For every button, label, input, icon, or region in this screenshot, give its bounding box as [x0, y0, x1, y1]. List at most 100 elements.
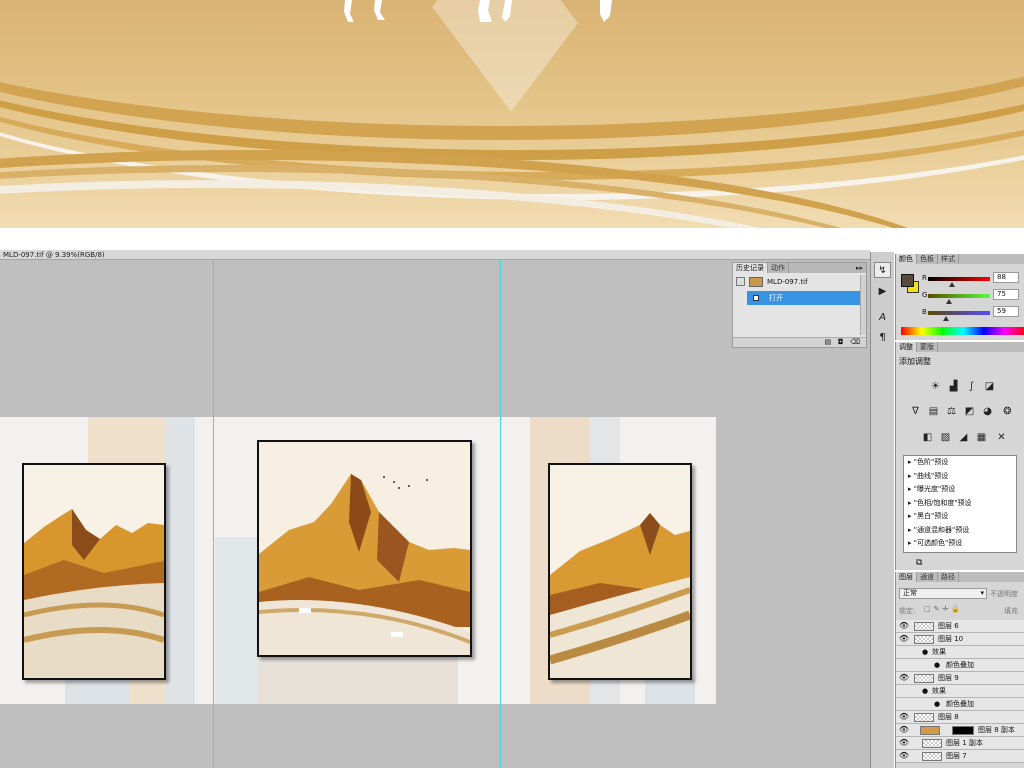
b-slider-track[interactable] — [928, 311, 990, 315]
history-panel-icon[interactable]: ↯ — [874, 262, 891, 278]
clip-to-layer-icon[interactable]: ⧉ — [916, 558, 922, 568]
g-value-input[interactable]: 75 — [993, 289, 1019, 300]
effects-label: 效果 — [932, 648, 946, 656]
layer-name: 图层 7 — [946, 752, 967, 760]
effects-eye-icon[interactable]: ● — [922, 646, 928, 658]
document-tab[interactable]: MLD-097.tif @ 9.39%(RGB/8) — [0, 250, 870, 260]
visibility-eye-icon[interactable]: 👁 — [898, 620, 910, 632]
guide-line[interactable] — [500, 260, 501, 768]
layer-effect-row[interactable]: ● 颜色叠加 — [896, 659, 1024, 672]
layer-effects-row[interactable]: ● 效果 — [896, 685, 1024, 698]
threshold-icon[interactable]: ◢ — [956, 430, 971, 445]
layer-mask-thumbnail — [952, 726, 974, 735]
effects-eye-icon[interactable]: ● — [922, 685, 928, 697]
actions-panel-icon[interactable]: ▶ — [874, 284, 891, 300]
tab-color[interactable]: 颜色 — [896, 254, 917, 264]
new-document-icon[interactable]: ▤ — [825, 338, 832, 346]
visibility-eye-icon[interactable]: 👁 — [898, 724, 910, 736]
layer-name: 图层 10 — [938, 635, 964, 643]
history-snapshot[interactable]: MLD-097.tif — [733, 275, 860, 289]
new-snapshot-icon[interactable]: ◘ — [838, 338, 844, 346]
posterize-icon[interactable]: ▨ — [938, 430, 953, 445]
tab-channels[interactable]: 通道 — [917, 572, 938, 582]
history-panel[interactable]: 历史记录 动作 ▸▸ MLD-097.tif 打开 ▤ ◘ ⌫ — [732, 262, 867, 348]
exposure-icon[interactable]: ◪ — [982, 379, 997, 394]
channel-mixer-icon[interactable]: ❂ — [1000, 404, 1015, 419]
tab-masks[interactable]: 蒙版 — [917, 342, 938, 352]
lock-icons[interactable]: □✎✛🔒 — [924, 605, 963, 613]
character-panel-icon[interactable]: A — [874, 310, 891, 326]
tab-history[interactable]: 历史记录 — [733, 263, 768, 273]
tab-actions[interactable]: 动作 — [768, 263, 789, 273]
preset-item[interactable]: ▸ "可选颜色"预设 — [904, 537, 1016, 551]
layer-row[interactable]: 👁 图层 8 — [896, 711, 1024, 724]
hue-saturation-icon[interactable]: ▤ — [926, 404, 941, 419]
preset-item[interactable]: ▸ "曝光度"预设 — [904, 483, 1016, 497]
tab-swatches[interactable]: 色板 — [917, 254, 938, 264]
tab-adjustments[interactable]: 调整 — [896, 342, 917, 352]
adjustments-panel[interactable]: 调整 蒙版 添加调整 ☀ ▟ ∫ ◪ ∇ ▤ ⚖ ◩ ◕ ❂ ◧ ▨ ◢ ▦ ✕… — [895, 342, 1024, 570]
adjustments-title: 添加调整 — [899, 357, 931, 366]
visibility-eye-icon[interactable]: 👁 — [898, 672, 910, 684]
layer-thumbnail — [914, 713, 934, 722]
foreground-color-swatch[interactable] — [901, 274, 914, 287]
layer-effects-row[interactable]: ● 效果 — [896, 646, 1024, 659]
color-panel[interactable]: 颜色 色板 样式 R 88 G 75 B 59 — [895, 254, 1024, 340]
g-slider-track[interactable] — [928, 294, 990, 298]
preset-item[interactable]: ▸ "色相/饱和度"预设 — [904, 497, 1016, 511]
r-slider-track[interactable] — [928, 277, 990, 281]
right-painting-frame — [548, 463, 692, 680]
r-slider-knob[interactable] — [949, 282, 955, 287]
color-balance-icon[interactable]: ⚖ — [944, 404, 959, 419]
b-slider-knob[interactable] — [943, 316, 949, 321]
preset-item[interactable]: ▸ "曲线"预设 — [904, 470, 1016, 484]
preset-list[interactable]: ▸ "色阶"预设 ▸ "曲线"预设 ▸ "曝光度"预设 ▸ "色相/饱和度"预设… — [903, 455, 1017, 553]
visibility-eye-icon[interactable]: 👁 — [898, 711, 910, 723]
layers-panel[interactable]: 图层 通道 路径 正常 ▾ 不透明度 锁定: □✎✛🔒 填充 👁 图层 6 👁 … — [895, 572, 1024, 768]
snapshot-toggle-icon[interactable] — [736, 277, 745, 286]
curves-icon[interactable]: ∫ — [964, 379, 979, 394]
layer-row[interactable]: 👁 图层 1 副本 — [896, 737, 1024, 750]
preset-item[interactable]: ▸ "色阶"预设 — [904, 456, 1016, 470]
history-scrollbar[interactable] — [860, 275, 866, 335]
animal-silhouettes — [344, 0, 612, 22]
invert-icon[interactable]: ◧ — [920, 430, 935, 445]
visibility-eye-icon[interactable]: 👁 — [898, 737, 910, 749]
layer-row[interactable]: 👁 图层 7 — [896, 750, 1024, 763]
levels-icon[interactable]: ▟ — [946, 379, 961, 394]
effect-eye-icon[interactable]: ● — [934, 698, 940, 710]
layer-effect-row[interactable]: ● 颜色叠加 — [896, 698, 1024, 711]
g-slider-knob[interactable] — [946, 299, 952, 304]
history-item-open[interactable]: 打开 — [747, 291, 860, 305]
visibility-eye-icon[interactable]: 👁 — [898, 633, 910, 645]
black-white-icon[interactable]: ◩ — [962, 404, 977, 419]
panel-collapse-icon[interactable]: ▸▸ — [853, 263, 866, 273]
paragraph-panel-icon[interactable]: ¶ — [874, 330, 891, 346]
history-item-label: 打开 — [769, 294, 783, 302]
preset-item[interactable]: ▸ "黑白"预设 — [904, 510, 1016, 524]
vibrance-icon[interactable]: ∇ — [908, 404, 923, 419]
photo-filter-icon[interactable]: ◕ — [980, 404, 995, 419]
r-value-input[interactable]: 88 — [993, 272, 1019, 283]
blend-mode-select[interactable]: 正常 ▾ — [899, 588, 987, 599]
layer-row[interactable]: 👁 图层 8 副本 — [896, 724, 1024, 737]
center-painting-frame — [257, 440, 472, 657]
guide-line[interactable] — [213, 260, 214, 768]
tab-paths[interactable]: 路径 — [938, 572, 959, 582]
layer-thumbnail — [914, 674, 934, 683]
preset-item[interactable]: ▸ "通道混和器"预设 — [904, 524, 1016, 538]
layer-row[interactable]: 👁 图层 6 — [896, 620, 1024, 633]
effect-eye-icon[interactable]: ● — [934, 659, 940, 671]
spectrum-bar[interactable] — [901, 327, 1024, 335]
tab-layers[interactable]: 图层 — [896, 572, 917, 582]
tab-styles[interactable]: 样式 — [938, 254, 959, 264]
visibility-eye-icon[interactable]: 👁 — [898, 750, 910, 762]
panel-tool-strip: ↯ ▶ A ¶ — [870, 252, 894, 768]
layer-row[interactable]: 👁 图层 10 — [896, 633, 1024, 646]
brightness-icon[interactable]: ☀ — [928, 379, 943, 394]
b-value-input[interactable]: 59 — [993, 306, 1019, 317]
gradient-map-icon[interactable]: ▦ — [974, 430, 989, 445]
delete-icon[interactable]: ⌫ — [850, 338, 860, 346]
selective-color-icon[interactable]: ✕ — [994, 430, 1009, 445]
layer-row[interactable]: 👁 图层 9 — [896, 672, 1024, 685]
